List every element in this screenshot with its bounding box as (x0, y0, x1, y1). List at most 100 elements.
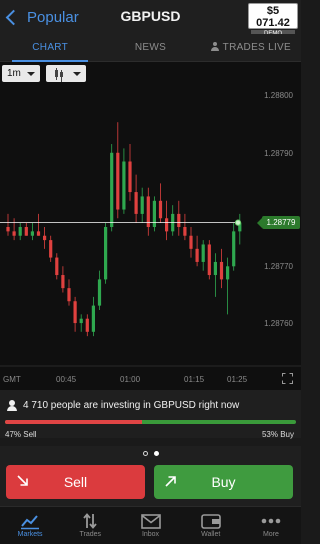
chevron-left-icon (5, 9, 22, 25)
candle-up (232, 231, 236, 267)
candle-up (226, 266, 230, 280)
candle-down (134, 192, 138, 214)
candle-down (61, 275, 65, 289)
candle-up (18, 227, 22, 236)
bottom-navigation: Markets Trades Inbox Wallet More (0, 506, 301, 544)
candle-down (195, 248, 199, 262)
candle-up (152, 200, 156, 227)
y-tick-label: 1.28790 (264, 149, 293, 158)
tab-trades-live[interactable]: TRADES LIVE (201, 34, 301, 61)
trade-actions: Sell Buy (0, 460, 301, 506)
arrow-up-right-icon (165, 476, 176, 487)
chevron-down-icon (27, 72, 35, 76)
tab-trades-live-label: TRADES LIVE (222, 42, 291, 53)
x-tick-label: GMT (3, 375, 21, 384)
candle-down (67, 288, 71, 302)
candle-down (55, 257, 59, 276)
nav-more-label: More (262, 531, 279, 538)
nav-wallet[interactable]: Wallet (181, 507, 241, 544)
candle-down (189, 235, 193, 249)
sentiment-bar (5, 420, 296, 424)
nav-more[interactable]: More (241, 507, 301, 544)
candle-down (43, 235, 47, 241)
candle-down (24, 227, 28, 236)
investors-text: 4 710 people are investing in GBPUSD rig… (23, 400, 240, 411)
tab-chart-label: CHART (32, 42, 69, 53)
sell-button[interactable]: Sell (6, 465, 145, 499)
candle-down (6, 227, 10, 232)
back-button[interactable]: Popular (4, 6, 79, 28)
candle-down (207, 244, 211, 276)
y-tick-label: 1.28760 (264, 319, 293, 328)
x-tick-label: 01:15 (184, 375, 205, 384)
chevron-down-icon (73, 72, 81, 76)
candle-up (122, 161, 126, 210)
candlestick-icon (55, 68, 64, 82)
nav-inbox[interactable]: Inbox (120, 507, 180, 544)
candle-down (183, 227, 187, 236)
tab-bar: CHART NEWS TRADES LIVE (0, 34, 301, 62)
candle-down (36, 231, 41, 236)
candle-up (104, 227, 108, 280)
nav-wallet-label: Wallet (201, 531, 221, 538)
tab-chart[interactable]: CHART (0, 34, 100, 62)
x-tick-label: 01:25 (227, 375, 248, 384)
candle-down (85, 318, 89, 332)
current-price-marker (234, 219, 242, 226)
back-label: Popular (27, 8, 79, 26)
app-screen: Popular GBPUSD $5 071.42 DEMO ACCOUNT CH… (0, 0, 301, 544)
account-balance-badge[interactable]: $5 071.42 DEMO ACCOUNT (248, 3, 298, 46)
candle-up (201, 244, 205, 262)
page-dot-active[interactable] (153, 451, 159, 456)
candle-down (49, 240, 53, 258)
wallet-icon (200, 514, 221, 529)
nav-markets-label: Markets (17, 531, 43, 538)
buy-percentage: 53% Buy (261, 430, 294, 439)
candle-down (158, 200, 163, 219)
page-indicator (0, 446, 301, 460)
current-price-tag: 1.28779 (257, 216, 300, 230)
fullscreen-icon[interactable] (282, 373, 293, 384)
x-tick-label: 00:45 (56, 375, 77, 384)
balance-amount: $5 071.42 (256, 5, 290, 29)
envelope-icon (140, 514, 161, 529)
candle-up (140, 196, 144, 214)
nav-trades-label: Trades (79, 531, 102, 538)
more-dots-icon (261, 518, 281, 524)
nav-markets[interactable]: Markets (0, 507, 60, 544)
page-dot[interactable] (142, 451, 148, 456)
price-chart[interactable]: 1m 1.28800 1.28790 1.28770 1.28760 1.287… (0, 62, 301, 390)
candle-down (128, 161, 132, 193)
trades-arrows-icon (83, 513, 97, 529)
candle-up (213, 261, 217, 276)
y-tick-label: 1.28800 (264, 91, 293, 100)
person-icon (210, 42, 219, 51)
interval-select[interactable]: 1m (2, 65, 40, 82)
candle-up (97, 279, 102, 306)
tab-news[interactable]: NEWS (100, 34, 200, 61)
buy-button[interactable]: Buy (154, 465, 293, 499)
candle-up (110, 152, 114, 227)
nav-inbox-label: Inbox (141, 531, 160, 538)
candle-up (91, 305, 95, 332)
sell-label: Sell (63, 474, 88, 490)
buy-label: Buy (211, 474, 236, 490)
candle-up (30, 231, 34, 236)
markets-chart-icon (21, 515, 40, 530)
sentiment-sell-fill (5, 420, 142, 424)
candle-down (219, 261, 224, 280)
tab-news-label: NEWS (134, 42, 167, 53)
sell-percentage: 47% Sell (5, 430, 37, 439)
chart-type-select[interactable] (46, 65, 86, 82)
candle-down (116, 152, 120, 210)
investor-sentiment: 4 710 people are investing in GBPUSD rig… (0, 390, 301, 439)
nav-trades[interactable]: Trades (60, 507, 120, 544)
candlestick-chart (0, 122, 301, 367)
person-icon (7, 400, 17, 411)
candle-down (177, 213, 181, 227)
candle-down (73, 301, 77, 324)
candle-down (12, 231, 16, 236)
x-tick-label: 01:00 (120, 375, 141, 384)
candle-down (165, 218, 169, 232)
top-bar: Popular GBPUSD $5 071.42 DEMO ACCOUNT (0, 0, 301, 46)
